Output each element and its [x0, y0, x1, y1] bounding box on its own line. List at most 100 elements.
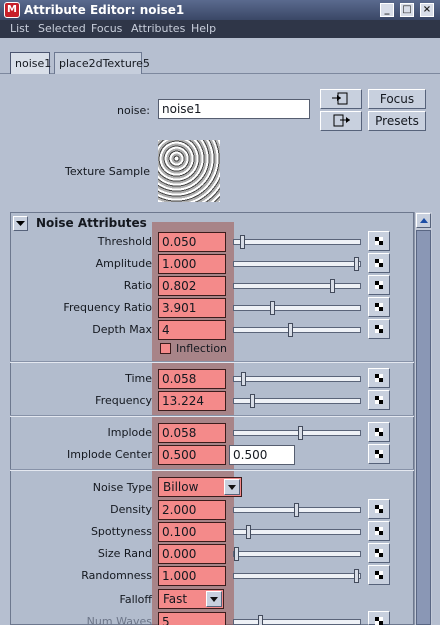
- slider-handle[interactable]: [288, 323, 293, 337]
- depth-max-label: Depth Max: [92, 323, 152, 336]
- texture-sample-label: Texture Sample: [64, 165, 150, 178]
- focus-button[interactable]: Focus: [368, 89, 426, 109]
- frequency-field[interactable]: 13.224: [158, 391, 226, 411]
- randomness-field[interactable]: 1.000: [158, 566, 226, 586]
- ratio-slider[interactable]: [233, 279, 361, 293]
- density-label: Density: [110, 503, 152, 516]
- select-input-button[interactable]: [320, 89, 362, 109]
- slider-handle[interactable]: [270, 301, 275, 315]
- tab-place2dtexture5[interactable]: place2dTexture5: [54, 52, 150, 74]
- time-map-button[interactable]: [368, 368, 390, 388]
- texture-sample-swatch[interactable]: [158, 140, 220, 202]
- node-header: noise: noise1 Focus Presets Texture Samp…: [0, 75, 440, 210]
- frequency-ratio-field[interactable]: 3.901: [158, 298, 226, 318]
- slider-handle[interactable]: [246, 525, 251, 539]
- close-button[interactable]: ×: [420, 3, 434, 17]
- menu-bar: List Selected Focus Attributes Help: [0, 20, 440, 38]
- menu-focus[interactable]: Focus: [91, 22, 122, 35]
- implode-center-v-field[interactable]: 0.500: [229, 445, 295, 465]
- amplitude-field[interactable]: 1.000: [158, 254, 226, 274]
- dropdown-arrow-icon: [206, 591, 222, 607]
- inflection-checkbox[interactable]: [160, 343, 171, 354]
- implode-map-button[interactable]: [368, 422, 390, 442]
- node-name-input[interactable]: noise1: [158, 99, 310, 119]
- frequency-map-button[interactable]: [368, 390, 390, 410]
- threshold-field[interactable]: 0.050: [158, 232, 226, 252]
- menu-selected[interactable]: Selected: [38, 22, 86, 35]
- ratio-map-button[interactable]: [368, 275, 390, 295]
- spottyness-map-button[interactable]: [368, 521, 390, 541]
- falloff-dropdown[interactable]: Fast: [158, 589, 224, 609]
- spottyness-slider[interactable]: [233, 525, 361, 539]
- randomness-map-button[interactable]: [368, 565, 390, 585]
- density-map-button[interactable]: [368, 499, 390, 519]
- checker-map-icon: [375, 549, 383, 557]
- implode-center-u-field[interactable]: 0.500: [158, 445, 226, 465]
- depth-max-field[interactable]: 4: [158, 320, 226, 340]
- amplitude-slider[interactable]: [233, 257, 361, 271]
- slider-handle[interactable]: [330, 279, 335, 293]
- noise-type-dropdown[interactable]: Billow: [158, 477, 242, 497]
- node-name-label: noise:: [117, 104, 150, 117]
- num-waves-map-button[interactable]: [368, 611, 390, 625]
- randomness-label: Randomness: [81, 569, 152, 582]
- depth-max-map-button[interactable]: [368, 319, 390, 339]
- select-output-button[interactable]: [320, 111, 362, 131]
- slider-handle[interactable]: [354, 569, 359, 583]
- size-rand-map-button[interactable]: [368, 543, 390, 563]
- slider-handle[interactable]: [297, 426, 303, 440]
- amplitude-map-button[interactable]: [368, 253, 390, 273]
- threshold-map-button[interactable]: [368, 231, 390, 251]
- amplitude-label: Amplitude: [95, 257, 152, 270]
- slider-handle[interactable]: [240, 235, 245, 249]
- size-rand-field[interactable]: 0.000: [158, 544, 226, 564]
- checker-map-icon: [375, 450, 383, 458]
- spottyness-field[interactable]: 0.100: [158, 522, 226, 542]
- slider-handle[interactable]: [249, 394, 255, 408]
- implode-center-map-button[interactable]: [368, 444, 390, 464]
- menu-attributes[interactable]: Attributes: [131, 22, 185, 35]
- slider-handle[interactable]: [241, 372, 247, 386]
- density-slider[interactable]: [233, 503, 361, 517]
- slider-handle[interactable]: [234, 547, 239, 561]
- minimize-button[interactable]: _: [380, 3, 394, 17]
- checker-map-icon: [375, 527, 383, 535]
- threshold-slider[interactable]: [233, 235, 361, 249]
- dropdown-arrow-icon: [224, 479, 240, 495]
- time-field[interactable]: 0.058: [158, 369, 226, 389]
- checker-map-icon: [375, 281, 383, 289]
- menu-list[interactable]: List: [10, 22, 29, 35]
- slider-handle[interactable]: [294, 503, 299, 517]
- checker-map-icon: [375, 259, 383, 267]
- density-field[interactable]: 2.000: [158, 500, 226, 520]
- ratio-field[interactable]: 0.802: [158, 276, 226, 296]
- size-rand-slider[interactable]: [233, 547, 361, 561]
- maximize-button[interactable]: □: [400, 3, 414, 17]
- num-waves-field[interactable]: 5: [158, 612, 226, 625]
- scroll-thumb[interactable]: [416, 230, 431, 625]
- implode-field[interactable]: 0.058: [158, 423, 226, 443]
- time-slider[interactable]: [233, 372, 361, 386]
- collapse-toggle[interactable]: [13, 216, 28, 231]
- slider-handle[interactable]: [354, 257, 359, 271]
- chevron-down-icon: [16, 221, 25, 226]
- frequency-ratio-slider[interactable]: [233, 301, 361, 315]
- implode-slider[interactable]: [233, 426, 361, 440]
- checker-map-icon: [375, 571, 383, 579]
- presets-button[interactable]: Presets: [368, 111, 426, 131]
- tab-strip: noise1 place2dTexture5: [0, 38, 440, 74]
- frequency-slider[interactable]: [233, 394, 361, 408]
- implode-label: Implode: [107, 426, 152, 439]
- tab-noise1[interactable]: noise1: [10, 52, 51, 74]
- scroll-up-arrow-icon[interactable]: [416, 213, 431, 228]
- menu-help[interactable]: Help: [191, 22, 216, 35]
- randomness-slider[interactable]: [233, 569, 361, 583]
- implode-center-label: Implode Center: [67, 448, 152, 461]
- num-waves-slider[interactable]: [233, 615, 361, 625]
- slider-handle[interactable]: [258, 615, 263, 625]
- vertical-scrollbar[interactable]: [414, 212, 432, 625]
- depth-max-slider[interactable]: [233, 323, 361, 337]
- frequency-ratio-map-button[interactable]: [368, 297, 390, 317]
- output-connection-icon: [333, 114, 350, 127]
- section-divider: [10, 415, 414, 417]
